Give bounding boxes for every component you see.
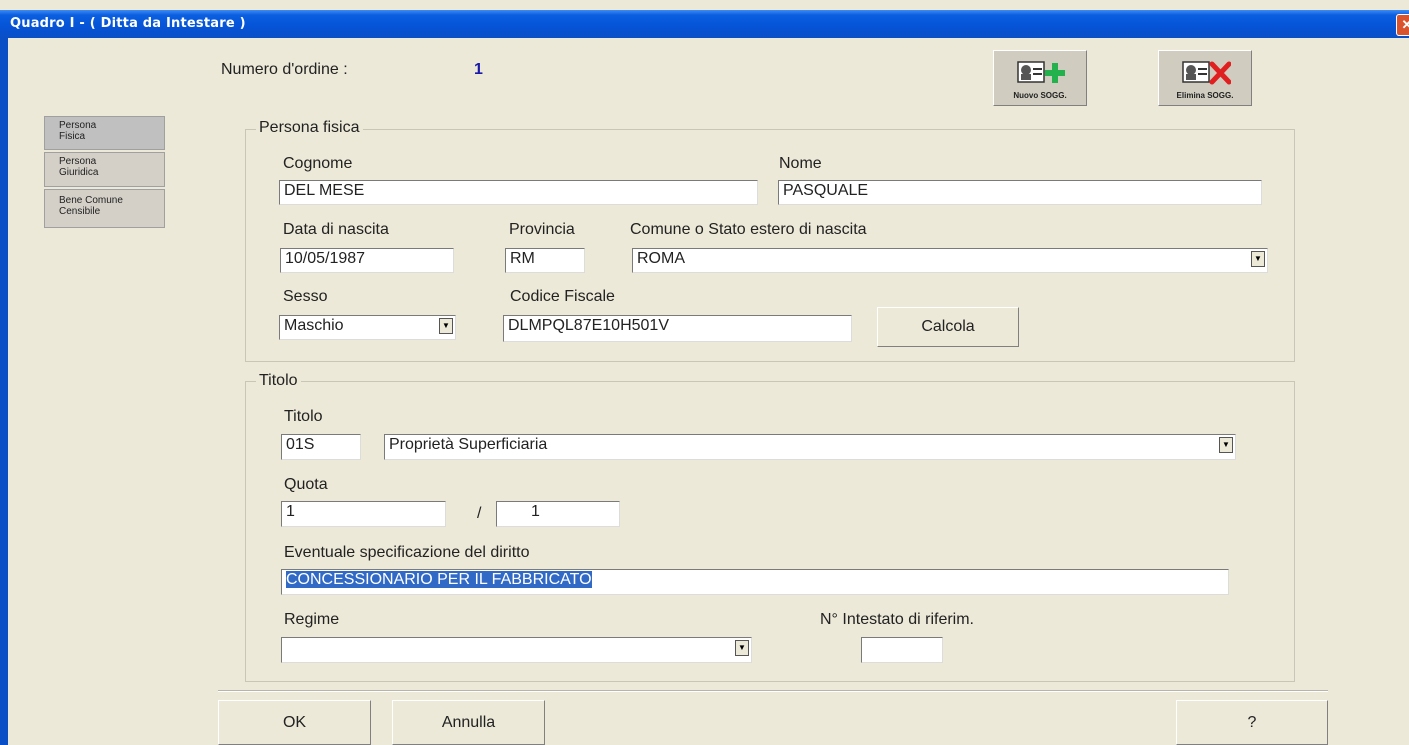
comune-select[interactable]: ROMA ▼ xyxy=(632,248,1268,273)
window-title: Quadro I - ( Ditta da Intestare ) xyxy=(10,16,246,31)
window-left-border xyxy=(0,38,8,745)
intestato-input[interactable] xyxy=(861,637,943,663)
comune-label: Comune o Stato estero di nascita xyxy=(630,221,867,238)
tab-persona-giuridica-line1: Persona xyxy=(59,156,97,167)
ok-button[interactable]: OK xyxy=(218,700,371,745)
calcola-button[interactable]: Calcola xyxy=(877,307,1019,347)
title-bar[interactable]: Quadro I - ( Ditta da Intestare ) ✕ xyxy=(0,10,1409,38)
nuovo-soggetto-button[interactable]: Nuovo SOGG. xyxy=(993,50,1087,106)
quota-numerator-input[interactable]: 1 xyxy=(281,501,446,527)
regime-select[interactable]: ▼ xyxy=(281,637,752,663)
tab-bene-comune-line1: Bene Comune xyxy=(59,195,123,206)
titolo-group-title: Titolo xyxy=(256,372,301,390)
persona-fisica-group-title: Persona fisica xyxy=(256,119,363,137)
tab-persona-giuridica[interactable]: Persona Giuridica xyxy=(44,152,165,187)
titolo-value: Proprietà Superficiaria xyxy=(389,436,548,453)
quota-denominator-input[interactable]: 1 xyxy=(496,501,620,527)
elimina-soggetto-button[interactable]: Elimina SOGG. xyxy=(1158,50,1252,106)
chevron-down-icon[interactable]: ▼ xyxy=(1219,437,1233,453)
cognome-label: Cognome xyxy=(283,155,353,172)
tab-bene-comune-censibile[interactable]: Bene Comune Censibile xyxy=(44,189,165,228)
sesso-value: Maschio xyxy=(284,317,344,334)
tab-persona-fisica[interactable]: Persona Fisica xyxy=(44,116,165,150)
titolo-code-input[interactable]: 01S xyxy=(281,434,361,460)
titolo-select[interactable]: Proprietà Superficiaria ▼ xyxy=(384,434,1236,460)
delete-subject-icon xyxy=(1182,61,1231,85)
footer-separator xyxy=(218,690,1328,692)
help-button[interactable]: ? xyxy=(1176,700,1328,745)
annulla-button[interactable]: Annulla xyxy=(392,700,545,745)
regime-label: Regime xyxy=(284,611,340,628)
quota-separator: / xyxy=(477,505,482,522)
tab-bene-comune-line2: Censibile xyxy=(59,206,101,217)
nome-input[interactable]: PASQUALE xyxy=(778,180,1262,205)
sesso-label: Sesso xyxy=(283,288,328,305)
specificazione-value: CONCESSIONARIO PER IL FABBRICATO xyxy=(286,571,592,588)
comune-value: ROMA xyxy=(637,250,685,267)
nome-label: Nome xyxy=(779,155,822,172)
close-button[interactable]: ✕ xyxy=(1396,14,1409,36)
codice-fiscale-label: Codice Fiscale xyxy=(510,288,615,305)
tab-persona-fisica-line2: Fisica xyxy=(59,131,86,142)
chevron-down-icon[interactable]: ▼ xyxy=(1251,251,1265,267)
chevron-down-icon[interactable]: ▼ xyxy=(735,640,749,656)
specificazione-input[interactable]: CONCESSIONARIO PER IL FABBRICATO xyxy=(281,569,1229,595)
dialog-window: Quadro I - ( Ditta da Intestare ) ✕ Nume… xyxy=(0,0,1409,745)
provincia-label: Provincia xyxy=(509,221,575,238)
chevron-down-icon[interactable]: ▼ xyxy=(439,318,453,334)
titolo-label: Titolo xyxy=(284,408,323,425)
numero-ordine-value: 1 xyxy=(474,61,483,78)
add-subject-icon xyxy=(1017,61,1065,83)
tab-persona-fisica-line1: Persona xyxy=(59,120,97,131)
elimina-soggetto-label: Elimina SOGG. xyxy=(1176,91,1234,100)
sesso-select[interactable]: Maschio ▼ xyxy=(279,315,456,340)
quota-label: Quota xyxy=(284,476,328,493)
intestato-label: N° Intestato di riferim. xyxy=(820,611,974,628)
tab-persona-giuridica-line2: Giuridica xyxy=(59,167,99,178)
data-nascita-input[interactable]: 10/05/1987 xyxy=(280,248,454,273)
codice-fiscale-input[interactable]: DLMPQL87E10H501V xyxy=(503,315,852,342)
data-nascita-label: Data di nascita xyxy=(283,221,389,238)
specificazione-label: Eventuale specificazione del diritto xyxy=(284,544,530,561)
cognome-input[interactable]: DEL MESE xyxy=(279,180,758,205)
provincia-input[interactable]: RM xyxy=(505,248,585,273)
nuovo-soggetto-label: Nuovo SOGG. xyxy=(1013,91,1067,100)
numero-ordine-label: Numero d'ordine : xyxy=(221,61,348,78)
